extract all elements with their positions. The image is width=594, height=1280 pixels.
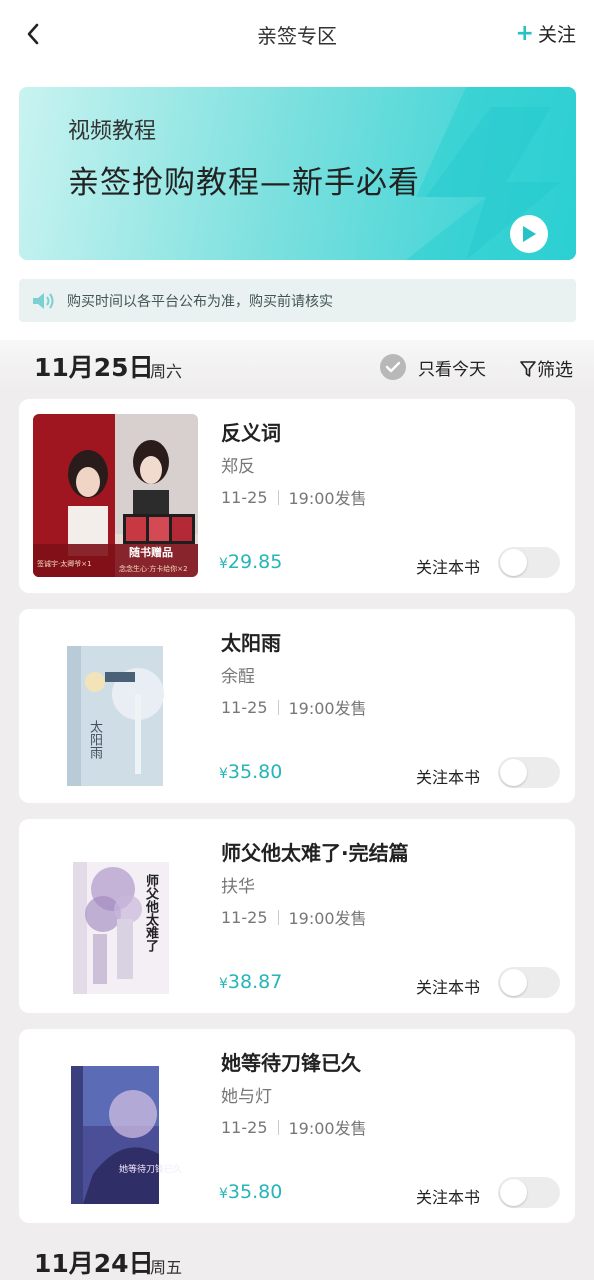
divider (277, 489, 279, 505)
price-value: 35.80 (227, 761, 283, 783)
currency-symbol: ¥ (219, 766, 228, 782)
release-time: 19:00发售 (288, 699, 367, 718)
video-tutorial-banner[interactable]: 视频教程 亲签抢购教程—新手必看 (19, 87, 576, 260)
date-label: 11月24日 (34, 1249, 154, 1278)
notice-text: 购买时间以各平台公布为准，购买前请核实 (67, 293, 333, 310)
book-title: 师父他太难了·完结篇 (221, 841, 409, 865)
cover-title: 她等待刀锋已久 (119, 1165, 183, 1175)
filter-label: 筛选 (537, 360, 573, 381)
divider (277, 1119, 279, 1135)
book-release-time: 11-25 19:00发售 (221, 905, 367, 929)
follow-book-switch[interactable] (498, 1177, 560, 1208)
follow-book-label: 关注本书 (416, 558, 481, 577)
divider (277, 909, 279, 925)
book-release-time: 11-25 19:00发售 (221, 1115, 367, 1139)
date-header: 11月25日 周六 只看今天 筛选 (0, 340, 594, 390)
play-button[interactable] (510, 215, 548, 253)
currency-symbol: ¥ (219, 1186, 228, 1202)
plus-icon: + (515, 20, 534, 46)
book-cover: 随书赠品 签诚宇·太卿爷×1 念念生心·方卡给你×2 (33, 414, 198, 577)
follow-book-label: 关注本书 (416, 1188, 481, 1207)
filter-icon (520, 361, 536, 377)
book-card[interactable]: 太阳雨 太阳雨 余酲 11-25 19:00发售 ¥35.80 关注本书 (19, 609, 575, 803)
release-time: 19:00发售 (288, 909, 367, 928)
follow-label: 关注 (537, 24, 576, 46)
divider (277, 699, 279, 715)
book-title: 太阳雨 (221, 631, 281, 655)
follow-book-switch[interactable] (498, 757, 560, 788)
release-date: 11-25 (221, 697, 268, 717)
book-price: ¥38.87 (219, 971, 282, 993)
today-only-label: 只看今天 (418, 359, 486, 380)
follow-book-label: 关注本书 (416, 978, 481, 997)
price-value: 29.85 (227, 551, 283, 573)
book-title: 反义词 (221, 421, 281, 445)
today-only-toggle[interactable]: 只看今天 (380, 354, 486, 380)
banner-subtitle: 视频教程 (68, 119, 157, 144)
switch-knob (500, 759, 527, 786)
release-date: 11-25 (221, 1117, 268, 1137)
banner-title: 亲签抢购教程—新手必看 (68, 165, 420, 201)
currency-symbol: ¥ (219, 976, 228, 992)
book-cover: 师父他太难了 (33, 834, 198, 997)
filter-button[interactable]: 筛选 (520, 356, 573, 382)
weekday-label: 周六 (150, 362, 183, 381)
cover-promo-line: 签诚宇·太卿爷×1 (37, 560, 92, 568)
switch-knob (500, 549, 527, 576)
book-price: ¥35.80 (219, 1181, 282, 1203)
book-release-time: 11-25 19:00发售 (221, 695, 367, 719)
book-author: 扶华 (221, 877, 255, 897)
book-card[interactable]: 她等待刀锋已久 她等待刀锋已久 她与灯 11-25 19:00发售 ¥35.80… (19, 1029, 575, 1223)
price-value: 35.80 (227, 1181, 283, 1203)
book-price: ¥29.85 (219, 551, 282, 573)
follow-button[interactable]: + 关注 (516, 20, 576, 47)
follow-book-switch[interactable] (498, 547, 560, 578)
weekday-label: 周五 (150, 1258, 183, 1277)
cover-promo-line: 念念生心·方卡给你×2 (119, 565, 188, 573)
release-date: 11-25 (221, 907, 268, 927)
play-icon (523, 226, 536, 242)
top-bar: 亲签专区 + 关注 (0, 0, 594, 70)
check-icon (380, 354, 406, 380)
release-time: 19:00发售 (288, 1119, 367, 1138)
switch-knob (500, 969, 527, 996)
book-price: ¥35.80 (219, 761, 282, 783)
book-title: 她等待刀锋已久 (221, 1051, 361, 1075)
switch-knob (500, 1179, 527, 1206)
book-author: 余酲 (221, 667, 255, 687)
speaker-icon (33, 292, 54, 309)
notice-bar: 购买时间以各平台公布为准，购买前请核实 (19, 279, 576, 322)
cover-promo-title: 随书赠品 (129, 546, 173, 559)
price-value: 38.87 (227, 971, 283, 993)
book-release-time: 11-25 19:00发售 (221, 485, 367, 509)
follow-book-label: 关注本书 (416, 768, 481, 787)
cover-title: 师父他太难了 (143, 874, 158, 952)
cover-title: 太阳雨 (87, 720, 102, 759)
book-cover: 太阳雨 (33, 624, 198, 787)
follow-book-switch[interactable] (498, 967, 560, 998)
page-title: 亲签专区 (257, 24, 337, 48)
release-date: 11-25 (221, 487, 268, 507)
release-time: 19:00发售 (288, 489, 367, 508)
book-card[interactable]: 师父他太难了 师父他太难了·完结篇 扶华 11-25 19:00发售 ¥38.8… (19, 819, 575, 1013)
book-card[interactable]: 随书赠品 签诚宇·太卿爷×1 念念生心·方卡给你×2 反义词 郑反 11-25 … (19, 399, 575, 593)
currency-symbol: ¥ (219, 556, 228, 572)
book-cover: 她等待刀锋已久 (33, 1044, 198, 1207)
date-label: 11月25日 (34, 353, 154, 382)
book-author: 郑反 (221, 457, 255, 477)
book-author: 她与灯 (221, 1087, 272, 1107)
date-header: 11月24日 周五 (0, 1236, 594, 1280)
